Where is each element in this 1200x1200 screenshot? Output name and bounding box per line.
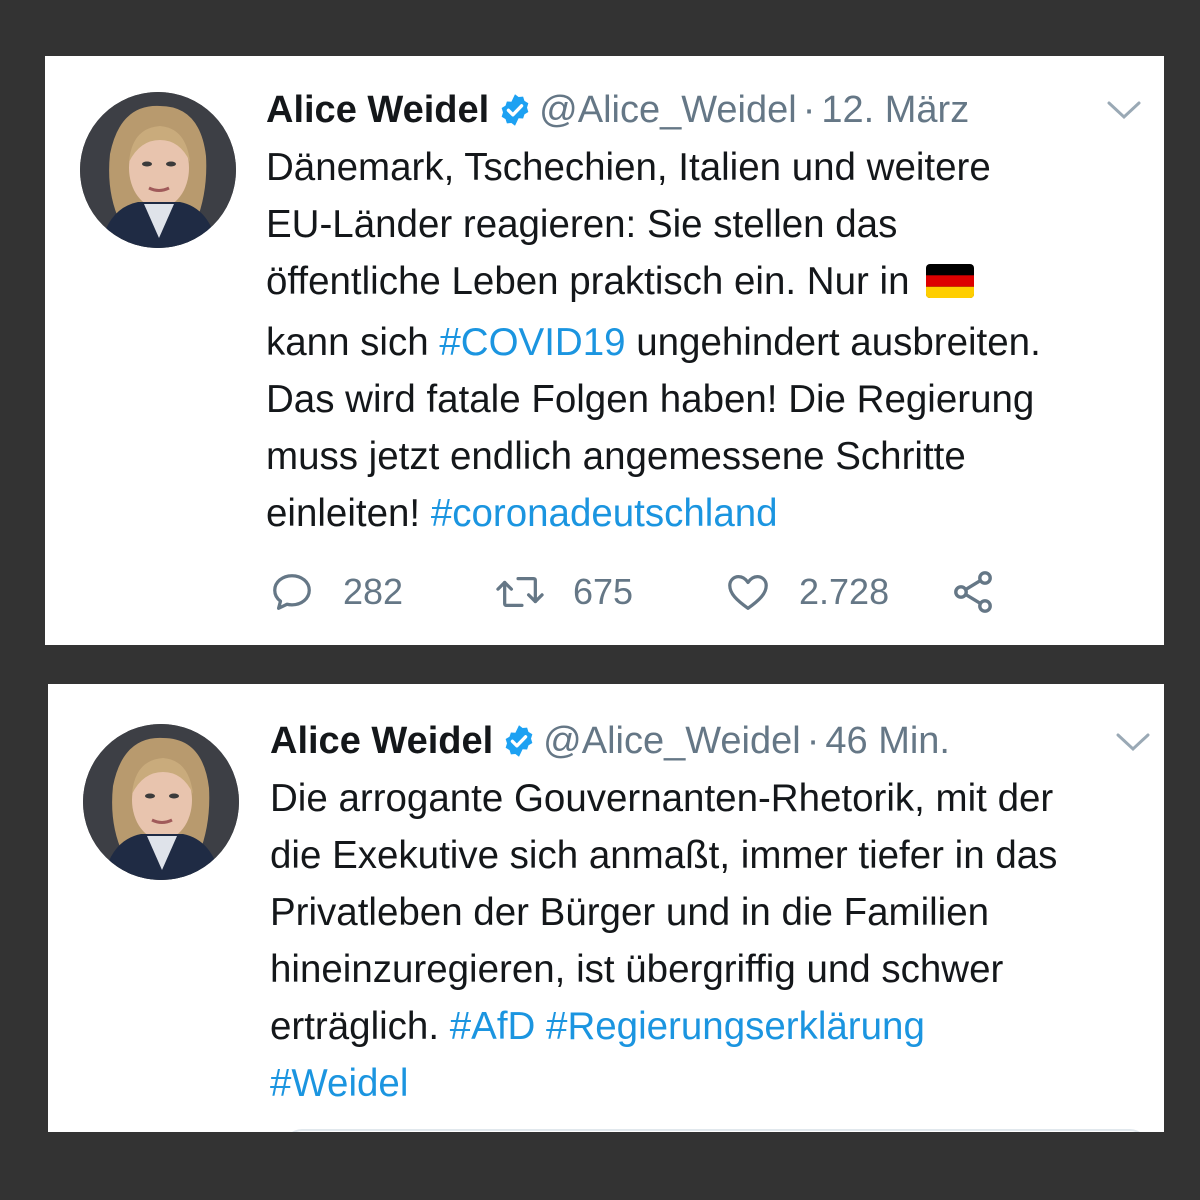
retweet-icon (496, 576, 544, 608)
hashtag-link[interactable]: #coronadeutschland (431, 492, 778, 535)
tweet-text-segment: Dänemark, Tschechien, Italien und weiter… (266, 146, 991, 303)
author-name[interactable]: Alice Weidel (266, 89, 489, 131)
tweet-text: Die arrogante Gouvernanten-Rhetorik, mit… (270, 770, 1160, 1112)
chevron-down-icon[interactable] (1105, 98, 1143, 127)
verified-badge-icon (497, 92, 533, 140)
hashtag-link[interactable]: #COVID19 (439, 321, 625, 364)
tweet-card[interactable]: Alice Weidel @Alice_Weidel · 12. März Dänem… (45, 56, 1164, 645)
tweet-header: Alice Weidel @Alice_Weidel · 12. März (266, 86, 969, 140)
timestamp[interactable]: 46 Min. (825, 720, 950, 762)
reply-count: 282 (343, 571, 404, 612)
separator: · (802, 89, 816, 131)
author-name[interactable]: Alice Weidel (270, 720, 493, 762)
verified-badge-icon (501, 723, 537, 771)
tweet-header: Alice Weidel @Alice_Weidel · 46 Min. (270, 717, 950, 771)
heart-icon (728, 575, 768, 610)
tweet-actions: 282 675 2.728 (269, 564, 1149, 620)
share-icon (954, 571, 992, 613)
retweet-button[interactable]: 675 (495, 564, 633, 620)
retweet-count: 675 (573, 571, 634, 612)
like-button[interactable]: 2.728 (725, 564, 889, 620)
avatar[interactable] (80, 92, 236, 248)
reply-icon (273, 574, 311, 610)
tweet-text-segment: kann sich (266, 321, 429, 364)
hashtag-link[interactable]: #AfD (450, 1005, 536, 1048)
avatar[interactable] (83, 724, 239, 880)
tweet-text: Dänemark, Tschechien, Italien und weiter… (266, 139, 1156, 542)
germany-flag-emoji (926, 257, 975, 314)
reply-button[interactable]: 282 (269, 564, 403, 620)
timestamp[interactable]: 12. März (821, 89, 969, 131)
hashtag-link[interactable]: #Weidel (270, 1062, 408, 1105)
tweet-text-segment (535, 1005, 546, 1048)
like-count: 2.728 (799, 571, 890, 612)
quoted-tweet-card[interactable] (284, 1129, 1148, 1132)
share-button[interactable] (949, 564, 997, 620)
chevron-down-icon[interactable] (1114, 730, 1152, 759)
hashtag-link[interactable]: #Regierungserklärung (546, 1005, 925, 1048)
author-handle[interactable]: @Alice_Weidel (539, 89, 797, 131)
tweet-card[interactable]: Alice Weidel @Alice_Weidel · 46 Min. Die ar… (48, 684, 1164, 1132)
separator: · (806, 720, 820, 762)
author-handle[interactable]: @Alice_Weidel (543, 720, 801, 762)
